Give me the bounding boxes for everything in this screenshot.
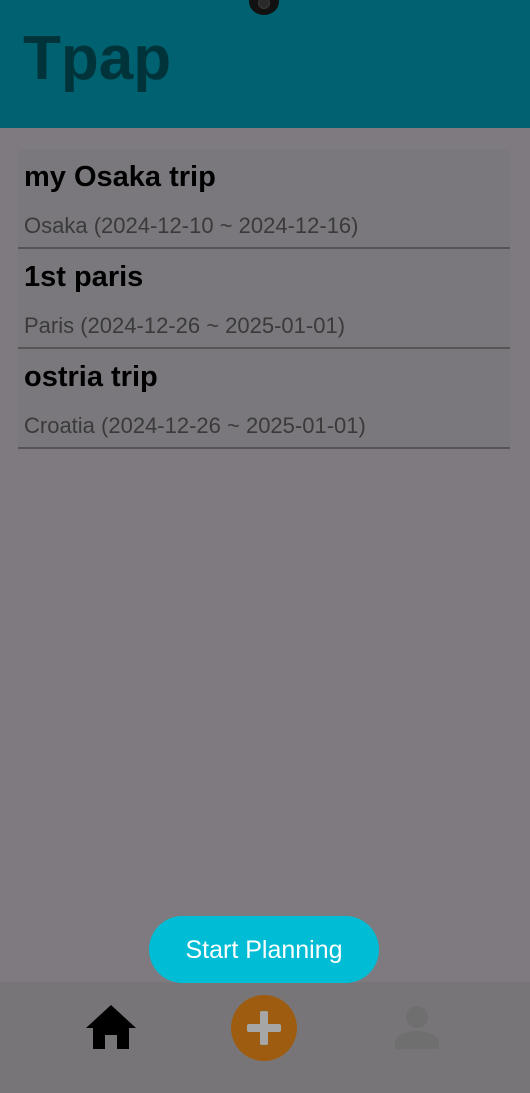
trip-detail: Paris (2024-12-26 ~ 2025-01-01) bbox=[24, 313, 346, 338]
home-icon bbox=[86, 1005, 136, 1049]
trip-item[interactable]: 1st paris Paris (2024-12-26 ~ 2025-01-01… bbox=[18, 249, 510, 349]
trip-list: my Osaka trip Osaka (2024-12-10 ~ 2024-1… bbox=[18, 149, 510, 449]
app-title: Tpap bbox=[23, 24, 172, 93]
nav-profile-button[interactable] bbox=[393, 1005, 441, 1051]
trip-detail: Croatia (2024-12-26 ~ 2025-01-01) bbox=[24, 413, 366, 438]
front-camera bbox=[249, 0, 279, 15]
trip-detail: Osaka (2024-12-10 ~ 2024-12-16) bbox=[24, 213, 359, 238]
nav-add-button[interactable] bbox=[231, 995, 297, 1061]
trip-name: my Osaka trip bbox=[24, 161, 216, 193]
trip-item[interactable]: my Osaka trip Osaka (2024-12-10 ~ 2024-1… bbox=[18, 149, 510, 249]
start-planning-button[interactable]: Start Planning bbox=[149, 916, 379, 983]
trip-name: ostria trip bbox=[24, 361, 158, 393]
trip-name: 1st paris bbox=[24, 261, 144, 293]
trip-item[interactable]: ostria trip Croatia (2024-12-26 ~ 2025-0… bbox=[18, 349, 510, 449]
nav-home-button[interactable] bbox=[84, 1003, 138, 1051]
app-header: Tpap bbox=[0, 0, 530, 128]
person-icon bbox=[395, 1006, 439, 1049]
